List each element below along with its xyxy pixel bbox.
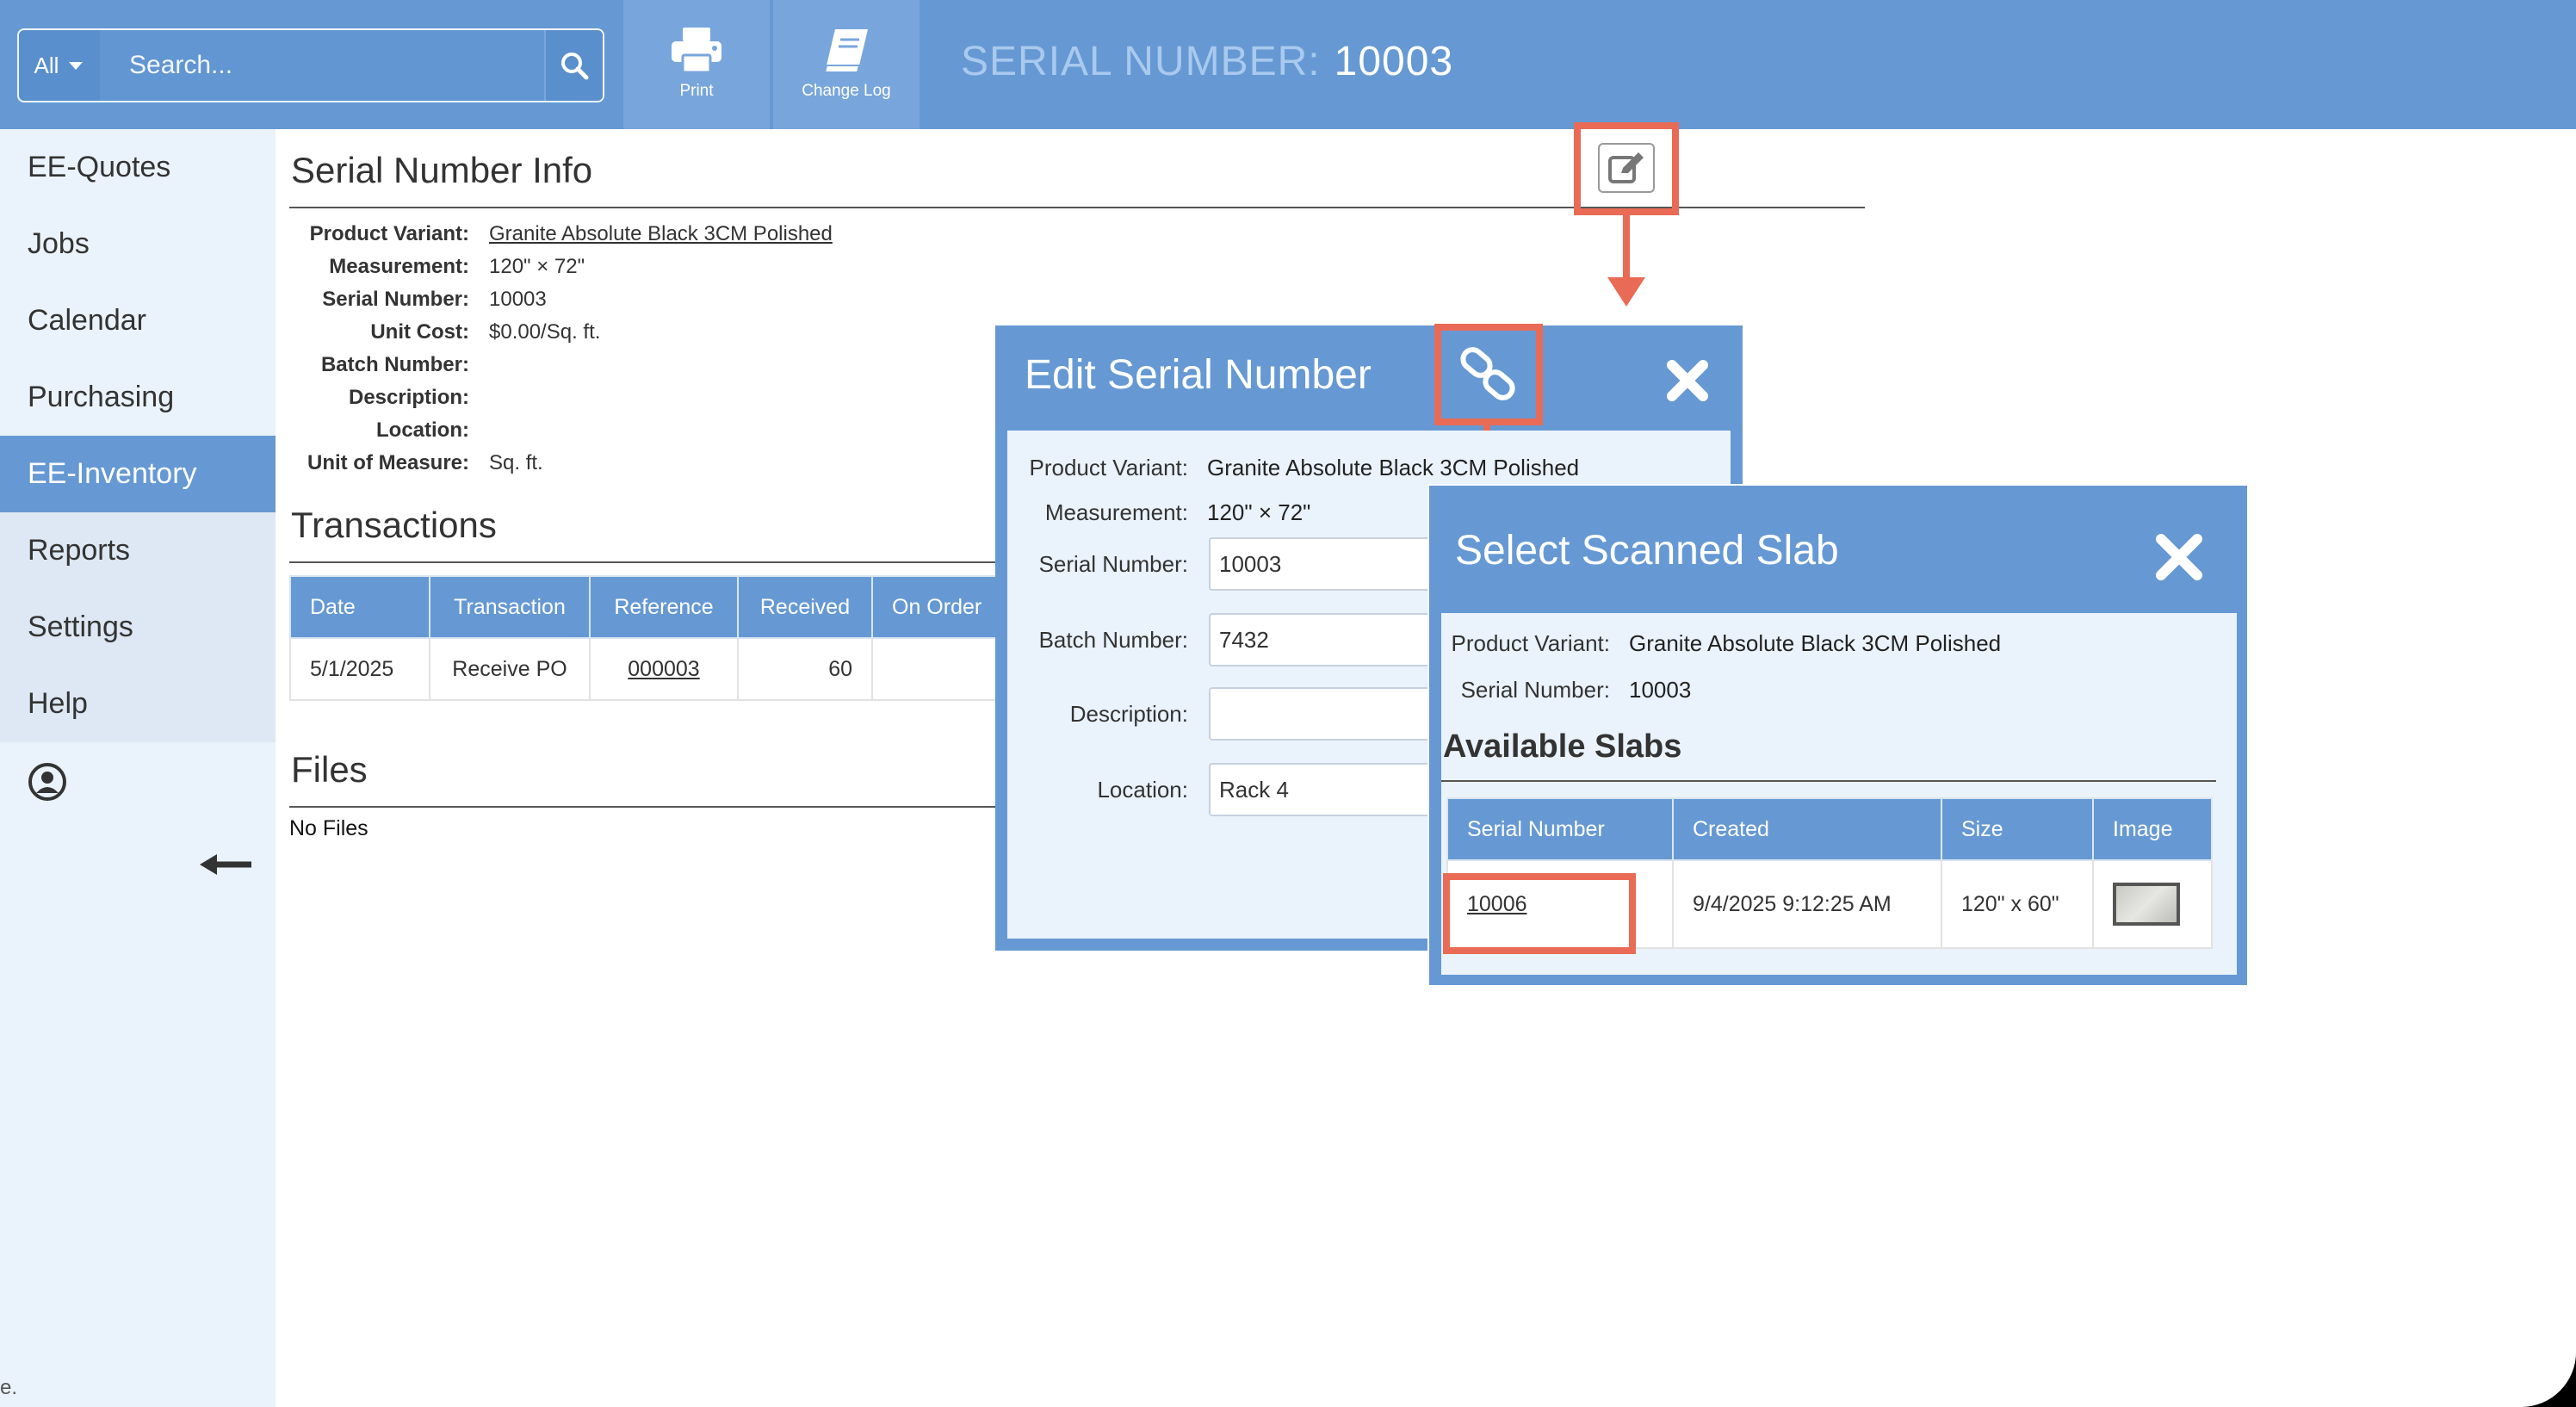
cell-created: 9/4/2025 9:12:25 AM bbox=[1672, 859, 1942, 949]
cell-image bbox=[2092, 859, 2213, 949]
edit-modal-title: Edit Serial Number bbox=[1025, 352, 1372, 398]
app-window: All Print bbox=[0, 0, 2576, 1407]
close-button[interactable] bbox=[2152, 530, 2206, 588]
link-icon bbox=[1460, 347, 1515, 400]
info-label: Unit Cost: bbox=[370, 320, 469, 344]
search-input[interactable] bbox=[100, 30, 561, 101]
footer-text: e. bbox=[0, 1376, 18, 1399]
slab-modal-body: Product Variant: Granite Absolute Black … bbox=[1441, 613, 2237, 975]
column-header[interactable]: Image bbox=[2092, 797, 2213, 861]
change-log-label: Change Log bbox=[802, 82, 891, 100]
sidebar-item-jobs[interactable]: Jobs bbox=[0, 206, 276, 282]
reference-link[interactable]: 000003 bbox=[589, 637, 739, 701]
transactions-table: Date Transaction Reference Received On O… bbox=[289, 575, 1033, 701]
field-label: Product Variant: bbox=[1029, 455, 1188, 480]
search-scope-dropdown[interactable]: All bbox=[19, 30, 98, 101]
info-label: Serial Number: bbox=[322, 288, 469, 311]
info-value: $0.00/Sq. ft. bbox=[489, 320, 601, 344]
serial-number-info-title: Serial Number Info bbox=[291, 150, 593, 190]
slab-modal-title: Select Scanned Slab bbox=[1455, 528, 1839, 573]
sidebar-item-settings[interactable]: Settings bbox=[0, 589, 276, 666]
change-log-button[interactable]: Change Log bbox=[773, 0, 920, 129]
column-header[interactable]: Serial Number bbox=[1446, 797, 1674, 861]
search-box: All bbox=[17, 28, 604, 102]
info-value: Sq. ft. bbox=[489, 451, 543, 474]
divider bbox=[289, 806, 1064, 808]
no-files-text: No Files bbox=[289, 816, 368, 840]
column-header[interactable]: Reference bbox=[589, 575, 739, 639]
product-variant-link[interactable]: Granite Absolute Black 3CM Polished bbox=[489, 222, 833, 246]
info-label: Location: bbox=[376, 418, 469, 442]
table-row: 5/1/2025 Receive PO 000003 60 bbox=[289, 637, 1033, 701]
link-slab-button[interactable] bbox=[1457, 344, 1519, 409]
info-value: 10003 bbox=[489, 288, 547, 311]
info-label: Product Variant: bbox=[309, 222, 469, 245]
field-label: Location: bbox=[1097, 777, 1188, 803]
column-header[interactable]: Received bbox=[737, 575, 873, 639]
sidebar-item-calendar[interactable]: Calendar bbox=[0, 282, 276, 359]
field-label: Serial Number: bbox=[1460, 677, 1610, 703]
info-label: Measurement: bbox=[329, 255, 469, 278]
page-title: SERIAL NUMBER: 10003 bbox=[961, 38, 1453, 85]
cell-size: 120" x 60" bbox=[1941, 859, 2094, 949]
field-label: Product Variant: bbox=[1451, 630, 1610, 656]
user-account-icon[interactable] bbox=[28, 762, 67, 806]
edit-product-variant-value: Granite Absolute Black 3CM Polished bbox=[1207, 455, 1580, 480]
table-header-row: Serial Number Created Size Image bbox=[1446, 797, 2213, 861]
select-scanned-slab-modal: Select Scanned Slab Product Variant: Gra… bbox=[1427, 484, 2249, 987]
search-icon bbox=[561, 53, 589, 80]
field-label: Serial Number: bbox=[1038, 551, 1188, 577]
chevron-down-icon bbox=[69, 61, 84, 70]
field-label: Batch Number: bbox=[1038, 627, 1188, 653]
field-label: Measurement: bbox=[1044, 499, 1188, 525]
print-button[interactable]: Print bbox=[623, 0, 770, 129]
cell-transaction: Receive PO bbox=[429, 637, 591, 701]
field-label: Description: bbox=[1069, 701, 1188, 727]
files-title: Files bbox=[291, 749, 368, 790]
sidebar-item-reports[interactable]: Reports bbox=[0, 512, 276, 589]
printer-icon bbox=[672, 28, 721, 74]
cell-received: 60 bbox=[737, 637, 873, 701]
slab-serial-highlight-box bbox=[1443, 873, 1636, 954]
close-button[interactable] bbox=[1663, 356, 1712, 409]
sidebar: EE-Quotes Jobs Calendar Purchasing EE-In… bbox=[0, 129, 276, 1407]
page-title-label: SERIAL NUMBER: bbox=[961, 39, 1321, 84]
close-icon bbox=[1667, 360, 1708, 401]
sidebar-item-ee-quotes[interactable]: EE-Quotes bbox=[0, 129, 276, 206]
divider bbox=[1441, 780, 2216, 782]
edit-icon bbox=[1608, 152, 1644, 183]
collapse-sidebar-arrow-icon[interactable] bbox=[198, 852, 253, 881]
annotation-arrow-head bbox=[1607, 277, 1645, 307]
info-label: Batch Number: bbox=[320, 353, 469, 376]
book-icon bbox=[823, 29, 868, 73]
divider bbox=[289, 561, 1064, 563]
column-header[interactable]: Created bbox=[1672, 797, 1942, 861]
edit-measurement-value: 120" × 72" bbox=[1207, 499, 1311, 525]
edit-button[interactable] bbox=[1598, 143, 1655, 193]
sidebar-item-ee-inventory[interactable]: EE-Inventory bbox=[0, 436, 276, 512]
annotation-arrow bbox=[1623, 215, 1630, 284]
cell-date: 5/1/2025 bbox=[289, 637, 430, 701]
search-button[interactable] bbox=[544, 30, 603, 101]
column-header[interactable]: Date bbox=[289, 575, 430, 639]
print-label: Print bbox=[679, 82, 714, 100]
info-label: Unit of Measure: bbox=[307, 451, 469, 474]
close-icon bbox=[2156, 534, 2202, 580]
available-slabs-title: Available Slabs bbox=[1443, 728, 1682, 765]
slab-serial-value: 10003 bbox=[1629, 677, 1692, 703]
info-label: Description: bbox=[348, 386, 469, 409]
search-scope-label: All bbox=[34, 52, 59, 78]
sidebar-item-help[interactable]: Help bbox=[0, 666, 276, 742]
table-header-row: Date Transaction Reference Received On O… bbox=[289, 575, 1033, 639]
info-value: 120" × 72" bbox=[489, 255, 585, 278]
slab-product-variant-value: Granite Absolute Black 3CM Polished bbox=[1629, 630, 2002, 656]
column-header[interactable]: Size bbox=[1941, 797, 2094, 861]
top-bar: All Print bbox=[0, 0, 2576, 129]
sidebar-item-purchasing[interactable]: Purchasing bbox=[0, 359, 276, 436]
page-title-value: 10003 bbox=[1334, 39, 1454, 84]
transactions-title: Transactions bbox=[291, 505, 497, 545]
slab-thumbnail[interactable] bbox=[2113, 883, 2180, 926]
column-header[interactable]: Transaction bbox=[429, 575, 591, 639]
